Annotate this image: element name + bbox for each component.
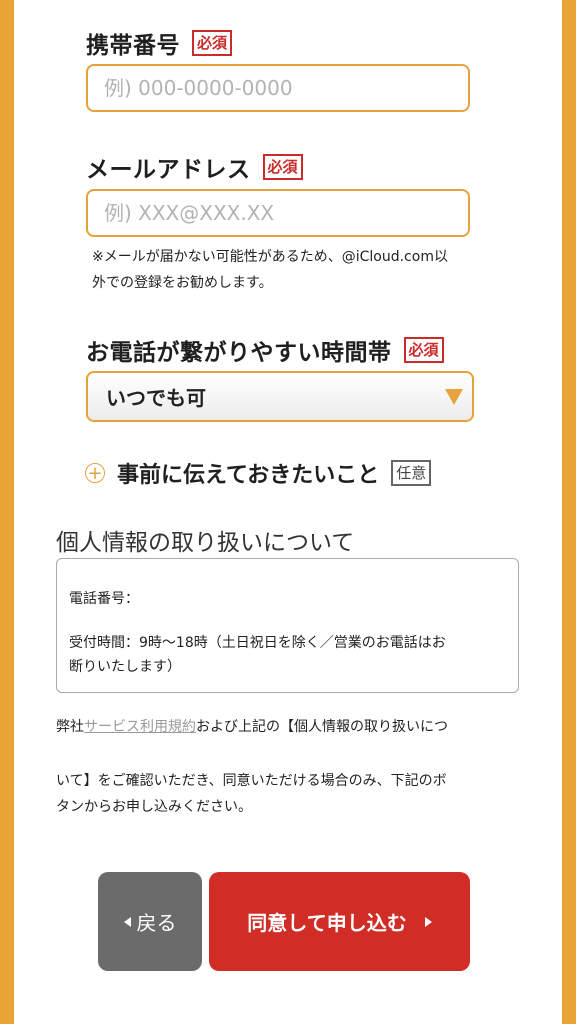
- back-button[interactable]: 戻る: [98, 872, 202, 971]
- extra-info-label: 事前に伝えておきたいこと: [117, 463, 380, 488]
- optional-badge: 任意: [391, 460, 432, 486]
- triangle-right-icon: [424, 916, 432, 927]
- email-note-line: ※メールが届かない可能性があるため、@iCloud.com以: [92, 249, 448, 265]
- triangle-down-icon: [445, 389, 463, 405]
- call-time-label: お電話が繋がりやすい時間帯: [86, 340, 392, 366]
- email-input[interactable]: [86, 189, 470, 237]
- phone-input[interactable]: [86, 64, 470, 112]
- privacy-line: 断りいたします）: [69, 659, 181, 675]
- required-badge: 必須: [403, 337, 444, 363]
- privacy-section-title: 個人情報の取り扱いについて: [56, 530, 355, 556]
- agree-submit-button[interactable]: 同意して申し込む: [209, 872, 470, 971]
- right-accent-border: [562, 0, 576, 1024]
- plus-circle-icon: +: [85, 463, 105, 483]
- email-label-row: メールアドレス 必須: [86, 150, 303, 184]
- required-badge: 必須: [192, 30, 233, 56]
- terms-of-service-link[interactable]: サービス利用規約: [84, 719, 196, 735]
- agreement-text: 弊社サービス利用規約および上記の【個人情報の取り扱いにつ いて】をご確認いただき…: [56, 712, 526, 820]
- email-note-line: 外での登録をお勧めします。: [92, 275, 273, 291]
- phone-label: 携帯番号: [86, 33, 180, 59]
- privacy-line: 受付時間：9時〜18時（土日祝日を除く／営業のお電話はお: [69, 635, 446, 651]
- privacy-textbox[interactable]: 電話番号： 受付時間：9時〜18時（土日祝日を除く／営業のお電話はお 断りいたし…: [56, 558, 519, 693]
- agreement-suffix: および上記の【個人情報の取り扱いにつ: [196, 719, 448, 735]
- agreement-line: タンからお申し込みください。: [56, 799, 252, 815]
- agreement-prefix: 弊社: [56, 719, 84, 735]
- required-badge: 必須: [262, 154, 303, 180]
- submit-button-label: 同意して申し込む: [247, 911, 407, 935]
- extra-info-toggle[interactable]: + 事前に伝えておきたいこと 任意: [85, 457, 432, 489]
- privacy-line: 電話番号：: [69, 591, 139, 607]
- left-accent-border: [0, 0, 14, 1024]
- call-time-selected-value: いつでも可: [106, 386, 206, 410]
- triangle-left-icon: [123, 916, 131, 927]
- agreement-line: いて】をご確認いただき、同意いただける場合のみ、下記のボ: [56, 773, 447, 789]
- email-label: メールアドレス: [86, 157, 251, 183]
- email-note: ※メールが届かない可能性があるため、@iCloud.com以 外での登録をお勧め…: [92, 244, 522, 296]
- back-button-label: 戻る: [136, 911, 177, 935]
- phone-label-row: 携帯番号 必須: [86, 26, 233, 60]
- call-time-select[interactable]: いつでも可: [86, 371, 474, 422]
- call-time-label-row: お電話が繋がりやすい時間帯 必須: [86, 333, 444, 367]
